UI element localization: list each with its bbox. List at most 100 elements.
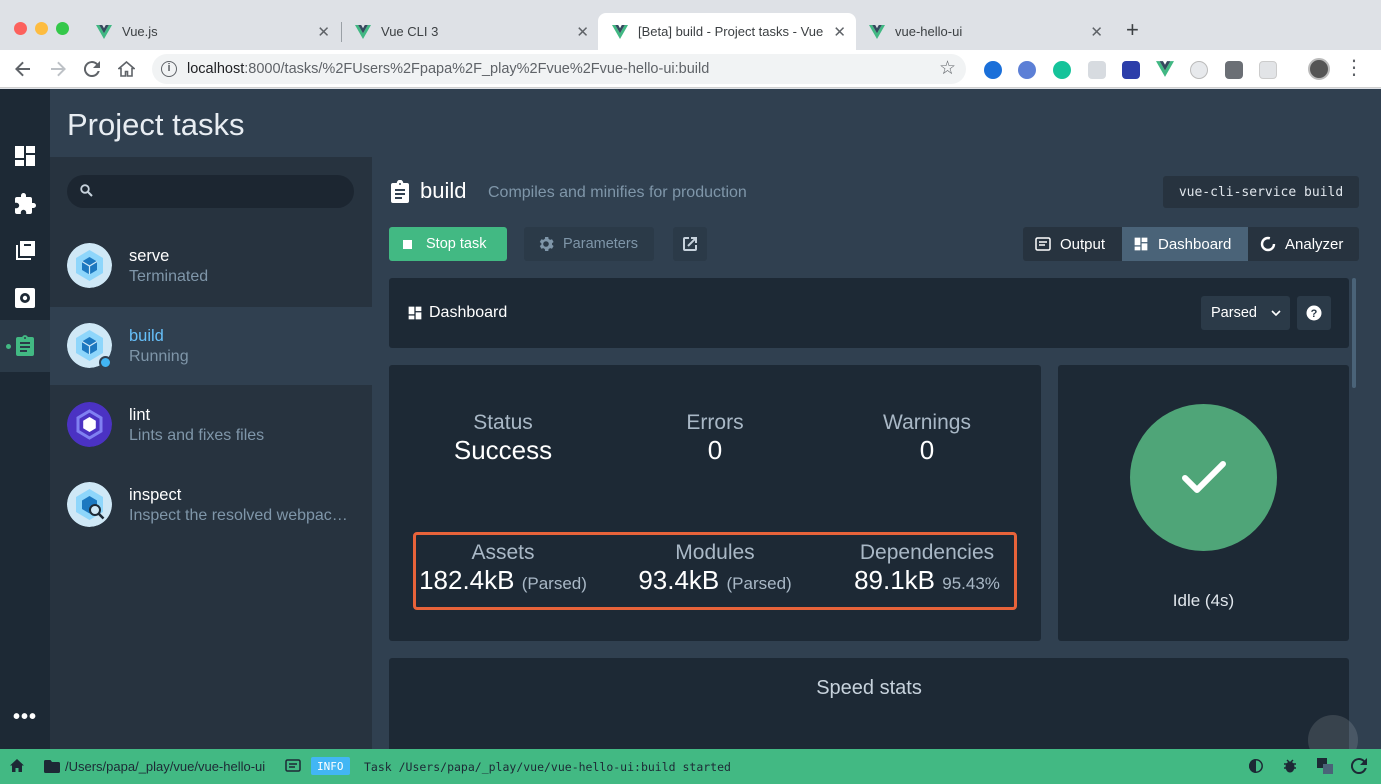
project-path-text: /Users/papa/_play/vue/vue-hello-ui <box>65 759 266 774</box>
parameters-button[interactable]: Parameters <box>524 227 654 261</box>
svg-text:?: ? <box>1311 308 1318 320</box>
project-path[interactable]: /Users/papa/_play/vue/vue-hello-ui <box>44 749 265 784</box>
close-tab-icon[interactable]: ✕ <box>317 23 330 41</box>
task-item-lint[interactable]: lint Lints and fixes files <box>50 386 372 464</box>
tab-dashboard[interactable]: Dashboard <box>1122 227 1248 261</box>
home-icon[interactable] <box>9 758 25 774</box>
nav-dependencies[interactable] <box>13 239 37 263</box>
nav-tasks[interactable] <box>0 320 50 372</box>
tab-title: vue-hello-ui <box>895 24 963 39</box>
browser-tab-vuejs[interactable]: Vue.js ✕ <box>82 13 340 50</box>
close-window-button[interactable] <box>14 22 27 35</box>
tab-title: [Beta] build - Project tasks - Vue CLI <box>638 24 828 39</box>
library-icon <box>16 241 35 260</box>
help-icon: ? <box>1306 305 1322 321</box>
puzzle-icon <box>15 193 36 214</box>
donut-chart-icon <box>1260 236 1276 252</box>
extension-icon[interactable] <box>1259 61 1277 79</box>
search-icon <box>80 184 93 197</box>
address-bar[interactable]: i localhost:8000/tasks/%2FUsers%2Fpapa%2… <box>152 54 966 84</box>
stop-task-button[interactable]: Stop task <box>389 227 507 261</box>
left-nav-bar: ••• <box>0 89 50 749</box>
profile-avatar[interactable] <box>1308 58 1330 80</box>
errors-label: Errors <box>686 411 744 434</box>
tab-output[interactable]: Output <box>1023 227 1122 261</box>
scrollbar[interactable] <box>1352 278 1356 388</box>
open-in-new-icon <box>683 237 697 251</box>
puzzle-extension-icon[interactable] <box>1225 61 1243 79</box>
extension-icon[interactable] <box>1122 61 1140 79</box>
tab-title: Vue.js <box>122 24 158 39</box>
task-status: Terminated <box>129 268 209 285</box>
extension-icon[interactable] <box>1088 61 1106 79</box>
task-title: build <box>420 178 467 203</box>
tab-analyzer-label: Analyzer <box>1285 235 1344 253</box>
site-info-icon[interactable]: i <box>161 61 177 77</box>
output-icon <box>1035 237 1051 251</box>
dashboard-header-card: Dashboard Parsed ? <box>389 278 1349 348</box>
log-level-badge: INFO <box>311 757 350 775</box>
active-indicator-dot <box>6 344 11 349</box>
dashboard-icon <box>15 146 35 166</box>
build-stats-card: Status Success Errors 0 Warnings 0 Asset… <box>389 365 1041 641</box>
stop-task-label: Stop task <box>426 236 487 252</box>
task-item-serve[interactable]: serve Terminated <box>50 227 372 305</box>
tab-output-label: Output <box>1060 235 1106 253</box>
status-label: Status <box>473 411 533 434</box>
close-tab-icon[interactable]: ✕ <box>833 23 846 41</box>
dashboard-title: Dashboard <box>429 304 508 321</box>
vue-logo-icon <box>355 24 371 39</box>
browser-menu-icon[interactable]: ⋮ <box>1344 58 1364 78</box>
close-tab-icon[interactable]: ✕ <box>576 23 589 41</box>
reload-icon <box>84 61 100 77</box>
task-item-build[interactable]: build Running <box>50 307 372 385</box>
extension-icon[interactable] <box>1190 61 1208 79</box>
browser-tab-vue-cli[interactable]: Vue CLI 3 ✕ <box>341 13 599 50</box>
url-text[interactable]: localhost:8000/tasks/%2FUsers%2Fpapa%2F_… <box>187 61 709 77</box>
task-search-input[interactable] <box>67 175 354 208</box>
nav-configuration[interactable] <box>13 286 37 310</box>
onepassword-extension-icon[interactable] <box>984 61 1002 79</box>
nav-dashboard[interactable] <box>13 144 37 168</box>
last-log-message[interactable]: Task /Users/papa/_play/vue/vue-hello-ui:… <box>364 749 731 784</box>
tab-analyzer[interactable]: Analyzer <box>1248 227 1359 261</box>
home-button[interactable] <box>114 57 138 81</box>
translate-icon[interactable] <box>1317 758 1333 774</box>
task-item-inspect[interactable]: inspect Inspect the resolved webpack con… <box>50 466 372 544</box>
maximize-window-button[interactable] <box>56 22 69 35</box>
size-mode-select[interactable]: Parsed <box>1201 296 1290 330</box>
reload-button[interactable] <box>80 57 104 81</box>
task-status: Inspect the resolved webpack config <box>129 507 354 524</box>
settings-icon <box>15 288 35 308</box>
refresh-icon[interactable] <box>1351 758 1367 774</box>
more-menu-button[interactable]: ••• <box>13 705 37 729</box>
task-status: Lints and fixes files <box>129 427 265 444</box>
bug-icon[interactable] <box>1282 758 1298 774</box>
task-name: serve <box>129 247 170 265</box>
minimize-window-button[interactable] <box>35 22 48 35</box>
back-button[interactable] <box>11 57 35 81</box>
new-tab-button[interactable]: + <box>1126 18 1139 42</box>
clipboard-icon <box>391 180 409 203</box>
task-name: lint <box>129 406 151 424</box>
warnings-value: 0 <box>919 435 935 465</box>
webpack-inspect-icon <box>67 482 112 527</box>
extension-icon[interactable] <box>1018 61 1036 79</box>
browser-tab-vue-hello-ui[interactable]: vue-hello-ui ✕ <box>855 13 1113 50</box>
bookmark-star-icon[interactable]: ☆ <box>939 57 956 80</box>
log-icon[interactable] <box>285 758 301 774</box>
forward-button[interactable] <box>46 57 70 81</box>
parameters-label: Parameters <box>563 236 638 252</box>
grammarly-extension-icon[interactable] <box>1053 61 1071 79</box>
help-button[interactable]: ? <box>1297 296 1331 330</box>
task-description: Compiles and minifies for production <box>488 184 747 201</box>
close-tab-icon[interactable]: ✕ <box>1090 23 1103 41</box>
dark-mode-icon[interactable] <box>1248 758 1264 774</box>
open-external-button[interactable] <box>673 227 707 261</box>
task-name: inspect <box>129 486 182 504</box>
vue-devtools-extension-icon[interactable] <box>1156 61 1174 79</box>
browser-tab-project-tasks[interactable]: [Beta] build - Project tasks - Vue CLI ✕ <box>598 13 856 50</box>
nav-plugins[interactable] <box>13 192 37 216</box>
status-value: Success <box>453 435 553 465</box>
task-status: Running <box>129 348 189 365</box>
